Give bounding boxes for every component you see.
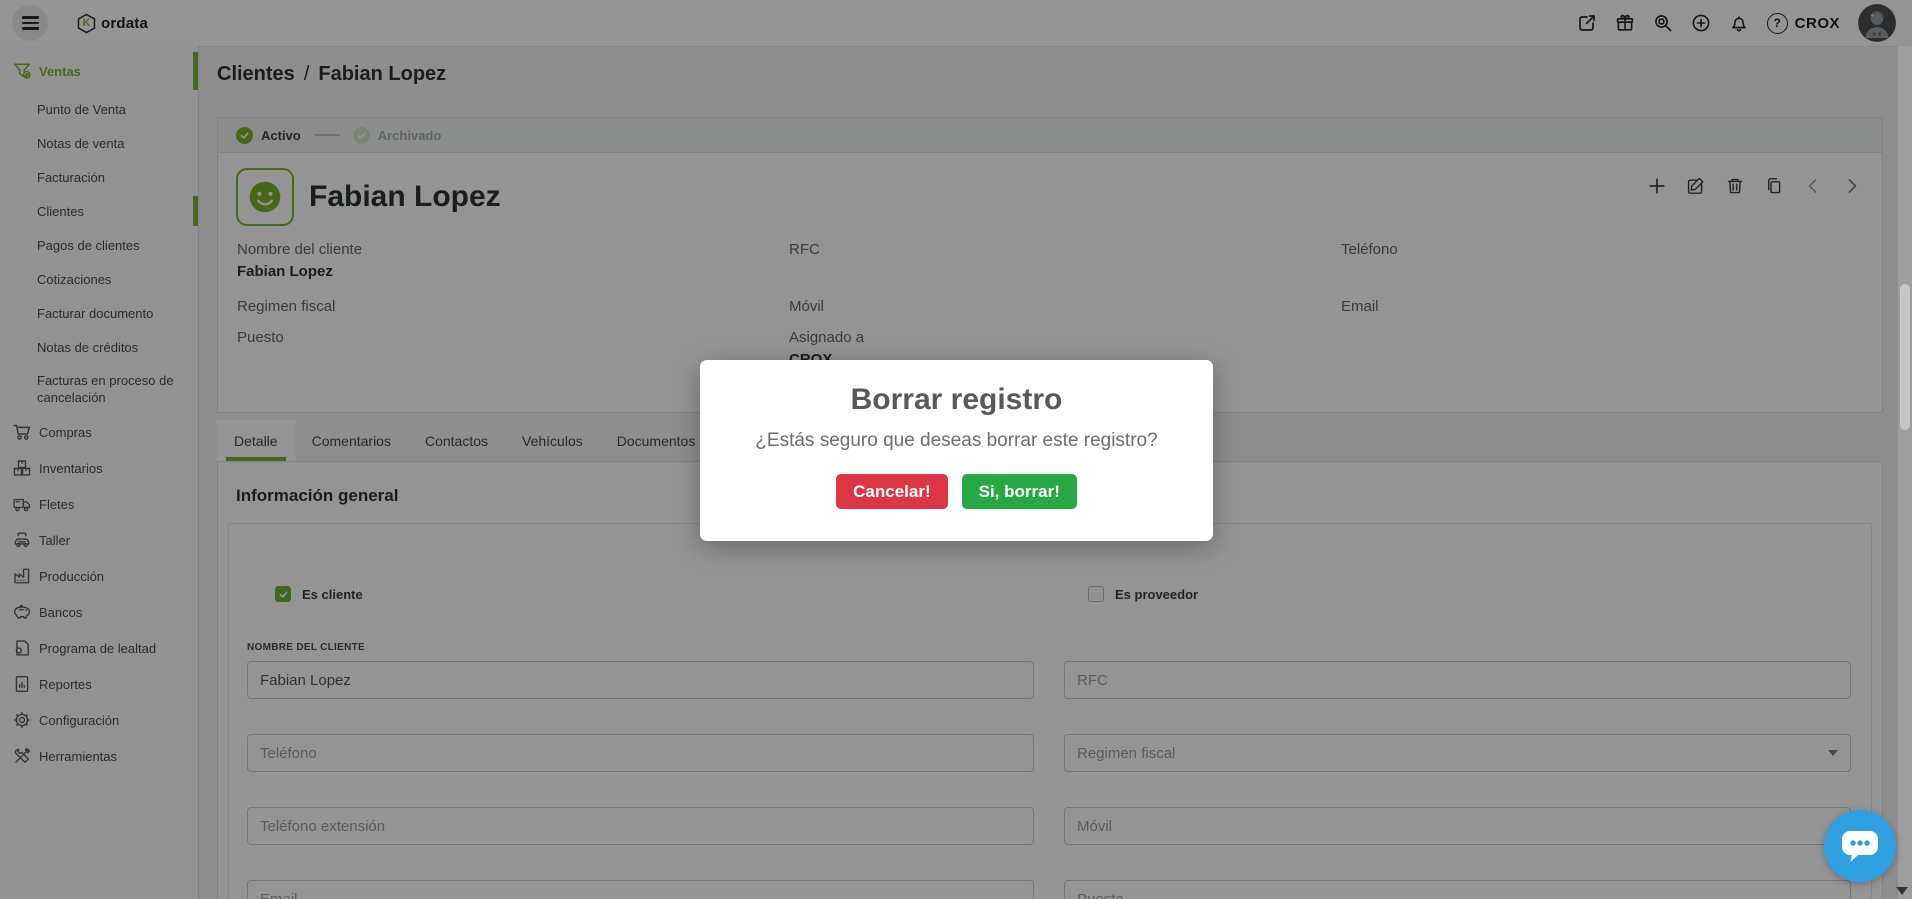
delete-confirm-dialog: Borrar registro ¿Estás seguro que deseas… [700, 360, 1213, 541]
dialog-actions: Cancelar! Si, borrar! [700, 474, 1213, 509]
chat-bubble-icon [1839, 827, 1881, 865]
scrollbar-thumb[interactable] [1900, 284, 1910, 430]
chat-widget-button[interactable] [1824, 810, 1896, 882]
dialog-title: Borrar registro [700, 383, 1213, 417]
confirm-delete-button[interactable]: Si, borrar! [962, 474, 1077, 509]
app-window: K ordata [0, 0, 1912, 899]
cancel-button[interactable]: Cancelar! [836, 474, 947, 509]
dialog-message: ¿Estás seguro que deseas borrar este reg… [700, 430, 1213, 452]
vertical-scrollbar[interactable] [1898, 46, 1912, 899]
corner-caret-icon [1896, 887, 1908, 895]
